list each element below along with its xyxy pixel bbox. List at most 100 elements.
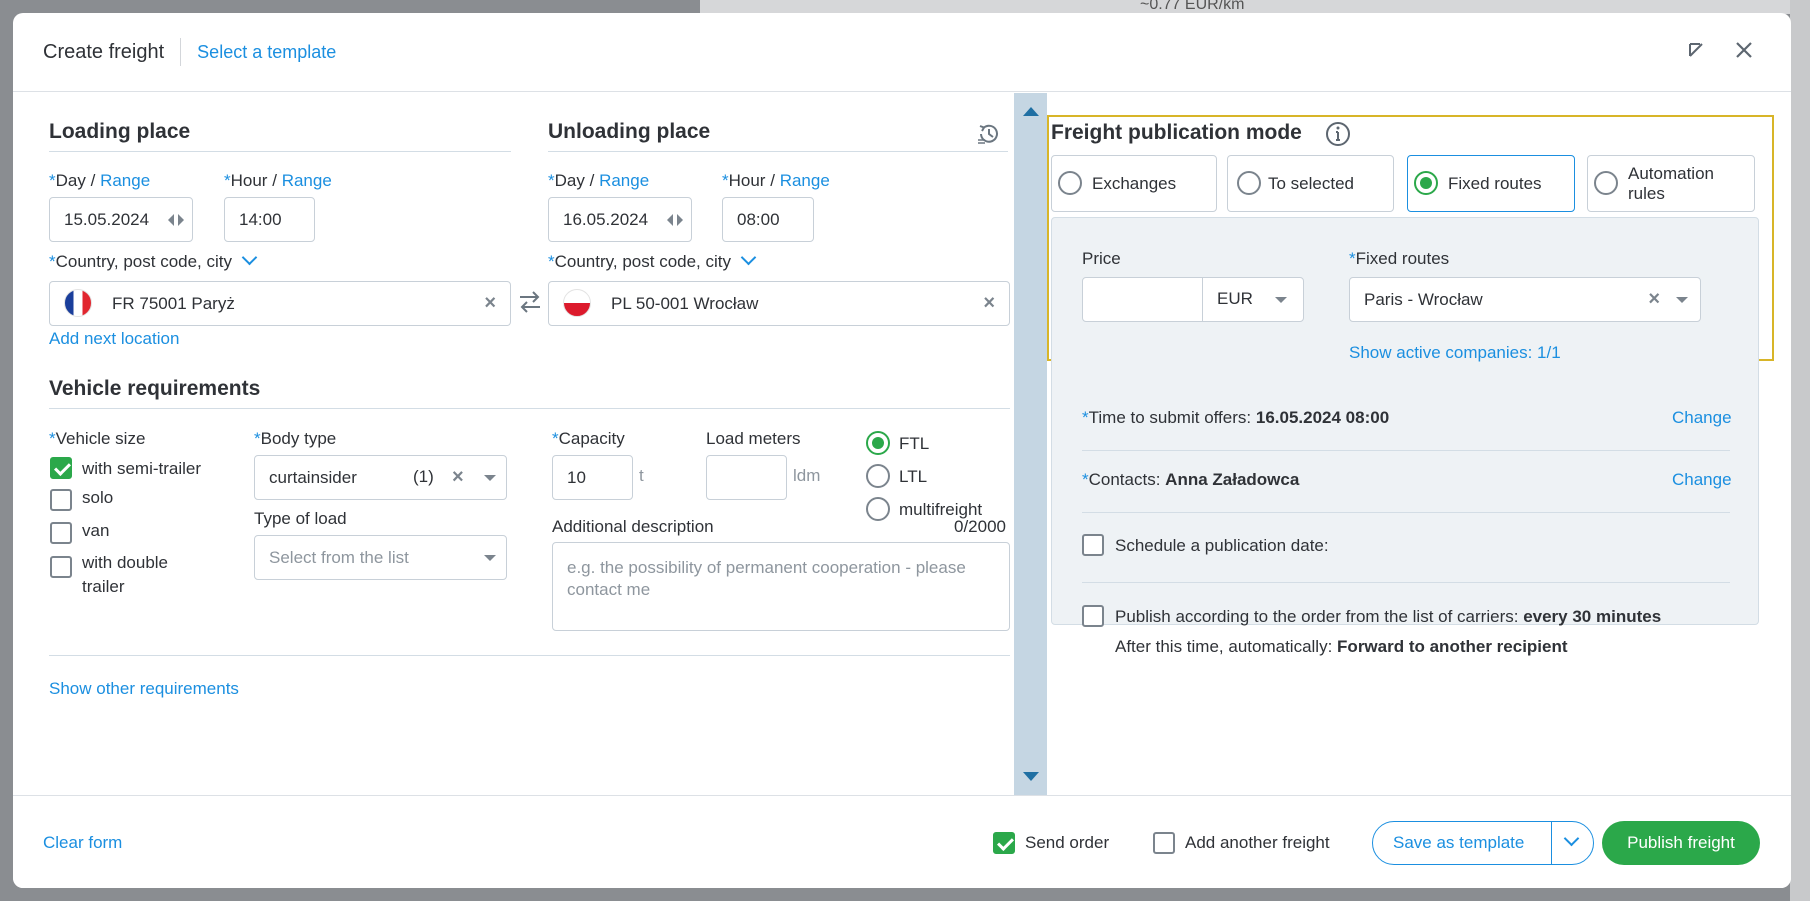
body-type-select[interactable]: curtainsider (1) ×: [254, 455, 507, 500]
send-order-checkbox[interactable]: [993, 832, 1015, 854]
info-icon[interactable]: [1325, 121, 1351, 147]
change-contacts-link[interactable]: Change: [1672, 470, 1732, 490]
after-time-action: Forward to another recipient: [1337, 637, 1568, 656]
multifreight-radio[interactable]: [866, 497, 890, 521]
publish-freight-button[interactable]: Publish freight: [1602, 821, 1760, 865]
publish-order-checkbox[interactable]: [1082, 605, 1104, 627]
clear-form-link[interactable]: Clear form: [43, 833, 122, 853]
loading-place-title: Loading place: [49, 120, 191, 143]
loading-location-field[interactable]: FR 75001 Paryż ×: [49, 281, 511, 326]
dropdown-arrow-icon[interactable]: [484, 475, 496, 481]
semi-trailer-checkbox[interactable]: [50, 457, 72, 479]
collapse-icon[interactable]: [1685, 39, 1707, 61]
automation-rules-radio[interactable]: [1594, 171, 1618, 195]
fixed-routes-select[interactable]: Paris - Wrocław ×: [1349, 277, 1701, 322]
panel-divider: [1082, 512, 1730, 513]
chevron-down-icon: [241, 249, 258, 266]
unloading-divider: [548, 151, 1008, 152]
loading-hour-label: *Hour / Range: [224, 171, 332, 190]
mode-fixed-routes[interactable]: Fixed routes: [1407, 155, 1575, 212]
currency-dropdown-icon[interactable]: [1275, 297, 1287, 303]
load-meters-input[interactable]: [706, 455, 787, 500]
unloading-location-field[interactable]: PL 50-001 Wrocław ×: [548, 281, 1010, 326]
additional-description-textarea[interactable]: e.g. the possibility of permanent cooper…: [552, 542, 1010, 631]
unloading-location-value: PL 50-001 Wrocław: [611, 293, 759, 313]
add-another-freight-checkbox[interactable]: [1153, 832, 1175, 854]
split-divider: [1551, 822, 1552, 864]
clear-unloading-location-icon[interactable]: ×: [983, 293, 995, 313]
scroll-down-icon[interactable]: [1023, 772, 1039, 781]
loading-location-label[interactable]: *Country, post code, city: [49, 249, 258, 272]
change-time-link[interactable]: Change: [1672, 408, 1732, 428]
date-stepper-icon[interactable]: [168, 213, 184, 226]
loading-divider: [49, 151, 511, 152]
modal-title: Create freight: [43, 40, 165, 63]
form-scrollbar[interactable]: [1014, 93, 1047, 795]
vehicle-divider: [49, 408, 1010, 409]
fixed-routes-label: Fixed routes: [1448, 173, 1542, 193]
capacity-input[interactable]: 10: [552, 455, 633, 500]
loading-hour-range-link[interactable]: Range: [282, 171, 332, 190]
type-of-load-select[interactable]: Select from the list: [254, 535, 507, 580]
body-type-value: curtainsider: [269, 467, 357, 487]
double-trailer-label: with double: [82, 553, 169, 572]
chevron-down-icon[interactable]: [1563, 830, 1580, 847]
unloading-day-range-link[interactable]: Range: [599, 171, 649, 190]
type-of-load-placeholder: Select from the list: [269, 547, 409, 567]
dropdown-arrow-icon[interactable]: [1676, 297, 1688, 303]
loading-hour-value: 14:00: [239, 209, 282, 229]
ltl-label: LTL: [899, 467, 928, 486]
show-active-companies-link[interactable]: Show active companies: 1/1: [1349, 343, 1561, 363]
add-another-freight-label: Add another freight: [1185, 833, 1330, 852]
solo-checkbox[interactable]: [50, 489, 72, 511]
van-label: van: [82, 521, 110, 540]
close-icon[interactable]: [1733, 39, 1755, 61]
unloading-hour-range-link[interactable]: Range: [780, 171, 830, 190]
select-template-link[interactable]: Select a template: [197, 42, 336, 63]
mode-to-selected[interactable]: To selected: [1227, 155, 1394, 212]
clear-body-type-icon[interactable]: ×: [452, 467, 464, 487]
loading-date-input[interactable]: 15.05.2024: [49, 197, 193, 242]
unloading-hour-input[interactable]: 08:00: [722, 197, 814, 242]
solo-label: solo: [82, 488, 114, 507]
clear-loading-location-icon[interactable]: ×: [484, 293, 496, 313]
show-other-requirements-link[interactable]: Show other requirements: [49, 679, 239, 699]
ltl-radio[interactable]: [866, 464, 890, 488]
loading-day-range-link[interactable]: Range: [100, 171, 150, 190]
to-selected-radio[interactable]: [1237, 171, 1261, 195]
contacts-value: Anna Załadowca: [1165, 470, 1300, 489]
unloading-location-label[interactable]: *Country, post code, city: [548, 249, 757, 272]
currency-value[interactable]: EUR: [1217, 289, 1253, 309]
add-next-location-link[interactable]: Add next location: [49, 329, 179, 349]
date-stepper-icon[interactable]: [667, 213, 683, 226]
fixed-routes-radio[interactable]: [1414, 171, 1438, 195]
publish-freight-label: Publish freight: [1627, 833, 1735, 852]
send-order-label: Send order: [1025, 833, 1110, 852]
fixed-routes-settings: Price EUR *Fixed routes Paris - Wrocław …: [1051, 217, 1759, 656]
price-field[interactable]: EUR: [1082, 277, 1304, 322]
load-meters-unit: ldm: [793, 466, 821, 485]
mode-exchanges[interactable]: Exchanges: [1051, 155, 1217, 212]
price-input[interactable]: [1083, 278, 1203, 321]
loading-hour-input[interactable]: 14:00: [224, 197, 315, 242]
ftl-radio[interactable]: [866, 431, 890, 455]
save-as-template-button[interactable]: Save as template: [1372, 821, 1594, 865]
van-checkbox[interactable]: [50, 522, 72, 544]
double-trailer-checkbox[interactable]: [50, 556, 72, 578]
mode-automation-rules[interactable]: Automation rules: [1587, 155, 1755, 212]
additional-description-label: Additional description: [552, 517, 714, 536]
history-icon[interactable]: [976, 121, 1002, 147]
clear-fixed-routes-icon[interactable]: ×: [1648, 289, 1660, 309]
unloading-date-input[interactable]: 16.05.2024: [548, 197, 692, 242]
schedule-date-checkbox[interactable]: [1082, 534, 1104, 556]
form-bottom-divider: [49, 655, 1010, 656]
semi-trailer-label: with semi-trailer: [82, 459, 202, 478]
freight-form: Loading place *Day / Range *Hour / Range…: [13, 93, 1013, 793]
scroll-up-icon[interactable]: [1023, 107, 1039, 116]
dropdown-arrow-icon[interactable]: [484, 555, 496, 561]
after-time-label: After this time, automatically: Forward …: [1115, 637, 1568, 656]
create-freight-modal: Create freight Select a template Loading…: [13, 13, 1791, 888]
exchanges-radio[interactable]: [1058, 171, 1082, 195]
unloading-hour-value: 08:00: [737, 209, 780, 229]
swap-locations-icon[interactable]: [517, 289, 543, 315]
